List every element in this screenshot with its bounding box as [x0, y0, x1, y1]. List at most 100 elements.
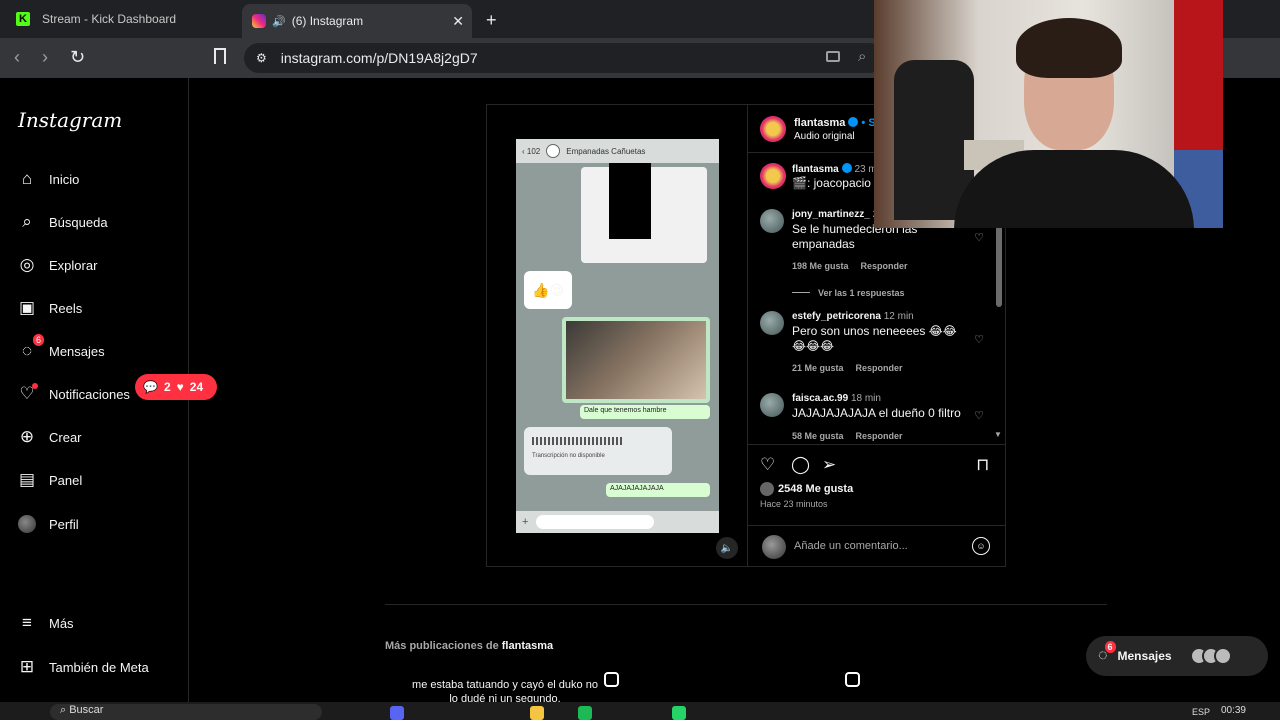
emoji-icon[interactable]: ☺: [972, 537, 990, 555]
like-comment-icon[interactable]: ♡: [974, 333, 984, 346]
taskbar-search[interactable]: ⌕ Buscar: [50, 704, 322, 720]
tab-instagram[interactable]: 🔊 (6) Instagram ✕: [242, 4, 472, 38]
reply-button[interactable]: Responder: [861, 261, 908, 271]
plus-square-icon: ⊕: [19, 427, 35, 446]
like-comment-icon[interactable]: ♡: [974, 409, 984, 422]
reply-button[interactable]: Responder: [856, 363, 903, 373]
likes-count[interactable]: 2548 Me gusta: [760, 482, 853, 496]
text-bubble: Dale que tenemos hambre: [580, 405, 710, 419]
more-posts-username[interactable]: flantasma: [502, 640, 553, 652]
post-timestamp: Hace 23 minutos: [760, 499, 828, 509]
meta-grid-icon: ⊞: [19, 657, 35, 676]
zoom-icon[interactable]: ⌕: [858, 48, 866, 65]
heart-icon: ♡: [16, 383, 38, 405]
photo-bubble: [562, 317, 710, 403]
redacted-block: [609, 163, 651, 239]
sidebar-item-mensajes[interactable]: ◌ 6 Mensajes: [16, 334, 105, 362]
kick-favicon: K: [16, 12, 30, 26]
new-tab-button[interactable]: +: [486, 10, 497, 31]
sidebar-item-mas[interactable]: ≡ Más: [16, 612, 74, 634]
clock[interactable]: 00:39: [1221, 705, 1246, 716]
sidebar-item-busqueda[interactable]: ⌕ Búsqueda: [16, 211, 108, 233]
sidebar-item-explorar[interactable]: ◎ Explorar: [16, 254, 98, 276]
unread-count: 102: [526, 146, 541, 156]
audio-link[interactable]: Audio original: [794, 131, 855, 142]
sidebar-item-panel[interactable]: ▤ Panel: [16, 469, 82, 491]
comments-scrollbar[interactable]: [996, 225, 1002, 307]
sidebar-item-label: Búsqueda: [49, 214, 108, 230]
instagram-favicon: [252, 14, 266, 28]
bookmark-icon[interactable]: [214, 48, 226, 64]
address-bar[interactable]: ⚙ instagram.com/p/DN19A8j2gD7: [244, 43, 884, 73]
comment-username[interactable]: faisca.ac.99 18 min: [792, 393, 881, 404]
messages-floating-button[interactable]: ◌ 6 Mensajes: [1086, 636, 1268, 676]
audio-transcription-note: Transcripción no disponible: [532, 453, 605, 459]
scroll-down-arrow-icon[interactable]: ▼: [994, 430, 1002, 439]
sidebar-item-label: Más: [49, 615, 74, 631]
commenter-avatar[interactable]: [760, 311, 784, 335]
author-avatar[interactable]: [760, 163, 786, 189]
home-icon: ⌂: [21, 169, 33, 188]
chat-name: Empanadas Cañuetas: [566, 146, 646, 156]
discord-icon[interactable]: [390, 706, 404, 720]
save-bookmark-icon[interactable]: ⊓: [976, 455, 989, 475]
audio-playing-icon[interactable]: 🔊: [272, 15, 286, 28]
comment-username[interactable]: jony_martinezz_ 2: [792, 209, 878, 220]
share-icon[interactable]: ➢: [822, 455, 836, 475]
username-text: flantasma: [794, 117, 846, 129]
comment-icon[interactable]: ◯: [791, 455, 810, 475]
comment-username[interactable]: estefy_petricorena 12 min: [792, 311, 914, 322]
audio-bubble: Transcripción no disponible: [524, 427, 672, 475]
comment-likes[interactable]: 198 Me gusta: [792, 261, 849, 271]
author-username[interactable]: flantasma • Se: [794, 117, 882, 129]
like-heart-icon[interactable]: ♡: [760, 455, 775, 475]
more-posts-heading: Más publicaciones de flantasma: [385, 640, 553, 652]
section-divider: [385, 604, 1107, 605]
cast-icon[interactable]: [826, 51, 840, 62]
sidebar-item-meta[interactable]: ⊞ También de Meta: [16, 656, 149, 678]
compass-icon: ◎: [19, 255, 35, 274]
forward-button[interactable]: ›: [42, 47, 48, 68]
post-actions: ♡ ◯ ➢ ⊓ 2548 Me gusta Hace 23 minutos Añ…: [748, 444, 1006, 566]
liker-avatar: [760, 482, 774, 496]
reload-button[interactable]: ↻: [70, 47, 85, 68]
close-tab-icon[interactable]: ✕: [452, 13, 464, 30]
comment-input[interactable]: Añade un comentario...: [794, 540, 908, 552]
site-settings-icon[interactable]: ⚙: [256, 51, 267, 65]
notification-dot: [32, 383, 38, 389]
username-text: estefy_petricorena: [792, 311, 881, 322]
post-media[interactable]: ‹ 102 Empanadas Cañuetas 👍😌 Dale que ten…: [487, 105, 747, 566]
reply-button[interactable]: Responder: [856, 431, 903, 441]
back-button[interactable]: ‹: [14, 47, 20, 68]
tab-kick-dashboard[interactable]: K Stream - Kick Dashboard: [6, 4, 236, 34]
instagram-logo[interactable]: Instagram: [18, 108, 122, 132]
whatsapp-icon[interactable]: [672, 706, 686, 720]
comment-likes[interactable]: 58 Me gusta: [792, 431, 844, 441]
messages-badge: 6: [32, 334, 44, 346]
caption-username[interactable]: flantasma 23 m: [792, 163, 877, 175]
view-replies-button[interactable]: Ver las 1 respuestas: [792, 288, 905, 298]
chat-input-bar: +: [516, 511, 719, 533]
folder-icon[interactable]: [530, 706, 544, 720]
author-avatar[interactable]: [760, 116, 786, 142]
sidebar-item-inicio[interactable]: ⌂ Inicio: [16, 168, 80, 190]
language-indicator[interactable]: ESP: [1192, 707, 1210, 717]
windows-taskbar: ⌕ Buscar ESP 00:39: [0, 702, 1280, 720]
emoji-bubble: 👍😌: [524, 271, 572, 309]
menu-icon: ≡: [22, 613, 32, 632]
volume-icon[interactable]: 🔈: [716, 537, 738, 559]
commenter-avatar[interactable]: [760, 209, 784, 233]
spotify-icon[interactable]: [578, 706, 592, 720]
streamer-webcam-overlay: [874, 0, 1223, 228]
sidebar-item-reels[interactable]: ▣ Reels: [16, 297, 82, 319]
sidebar-item-notificaciones[interactable]: ♡ Notificaciones: [16, 383, 130, 405]
sidebar-item-label: Notificaciones: [49, 386, 130, 402]
heart-fill-icon: ♥: [176, 380, 184, 394]
like-comment-icon[interactable]: ♡: [974, 231, 984, 244]
sidebar-item-perfil[interactable]: Perfil: [16, 513, 79, 535]
notifications-pill[interactable]: 💬 2 ♥ 24: [135, 374, 218, 400]
comment-likes[interactable]: 21 Me gusta: [792, 363, 844, 373]
commenter-avatar[interactable]: [760, 393, 784, 417]
username-text: jony_martinezz_: [792, 209, 870, 220]
sidebar-item-crear[interactable]: ⊕ Crear: [16, 426, 82, 448]
